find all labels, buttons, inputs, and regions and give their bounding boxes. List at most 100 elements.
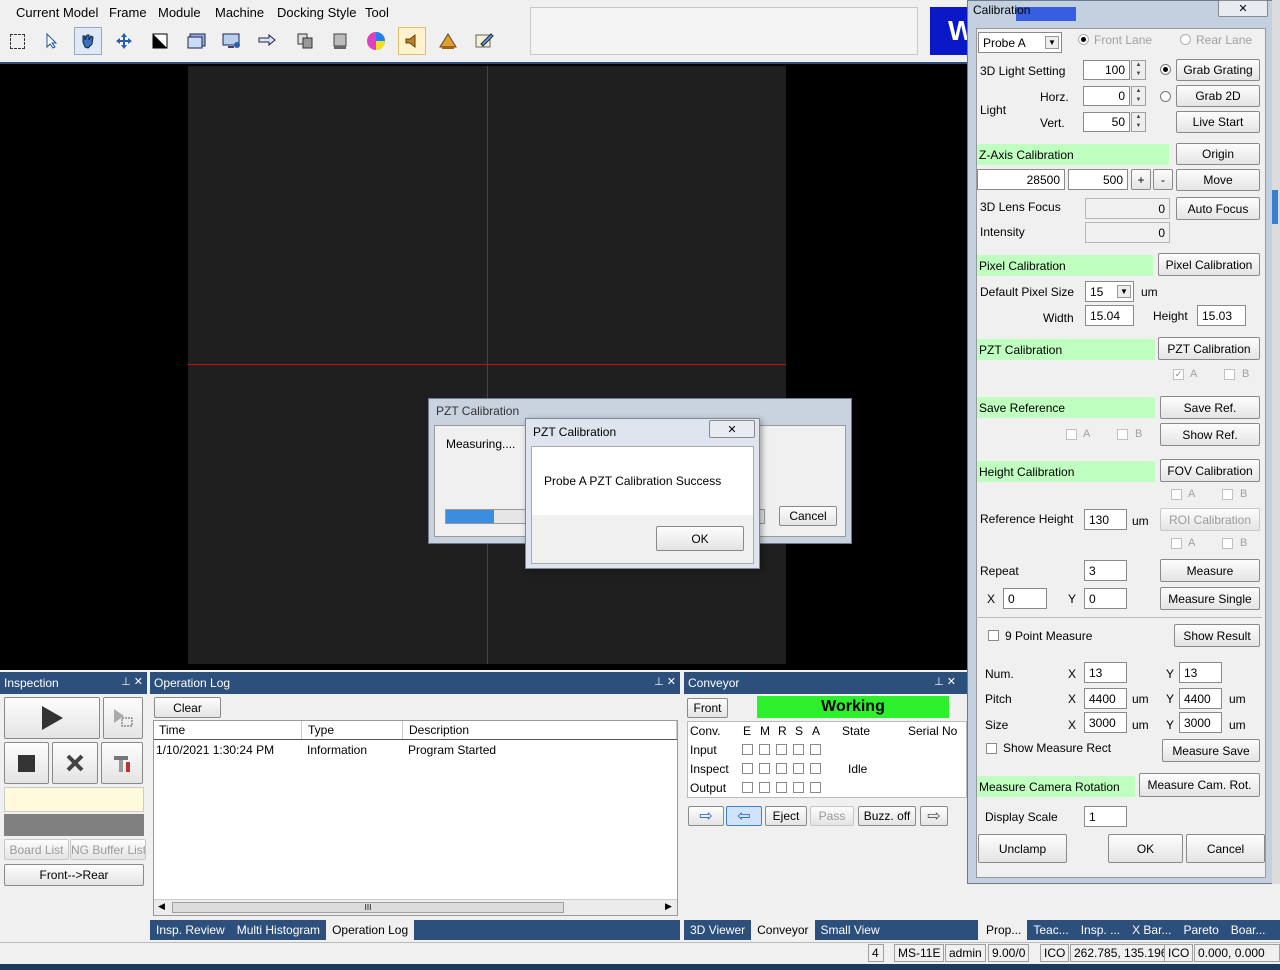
tab-properties[interactable]: Prop... xyxy=(980,920,1028,940)
intensity-input[interactable]: 0 xyxy=(1085,222,1170,243)
checkbox-e[interactable] xyxy=(742,782,753,793)
eject-button[interactable]: Eject xyxy=(765,806,807,826)
roi-calibration-button[interactable]: ROI Calibration xyxy=(1160,508,1260,531)
checkbox-s[interactable] xyxy=(793,744,804,755)
ng-buffer-list-button[interactable]: NG Buffer List xyxy=(70,839,146,860)
checkbox-e[interactable] xyxy=(742,763,753,774)
pin-close-icon[interactable]: ⊥ ✕ xyxy=(934,675,956,688)
success-ok-button[interactable]: OK xyxy=(656,526,744,551)
checkbox-e[interactable] xyxy=(742,744,753,755)
pzt-a-checkbox[interactable]: ✓ xyxy=(1173,369,1184,380)
tab-board[interactable]: Boar... xyxy=(1225,920,1272,940)
vert-spinner[interactable]: ▲ ▼ xyxy=(1131,112,1146,132)
arrow-left-button[interactable]: ⇦ xyxy=(726,806,762,826)
ref-b-checkbox[interactable] xyxy=(1117,429,1128,440)
clear-button[interactable]: Clear xyxy=(154,697,221,718)
checkbox-a[interactable] xyxy=(810,763,821,774)
checkbox-a[interactable] xyxy=(810,744,821,755)
num-x-input[interactable]: 13 xyxy=(1084,662,1127,683)
measuring-cancel-button[interactable]: Cancel xyxy=(779,506,837,526)
menu-current-model[interactable]: Current Model xyxy=(16,5,98,20)
speaker-icon[interactable] xyxy=(398,27,426,55)
buzz-off-button[interactable]: Buzz. off xyxy=(858,806,916,826)
horz-input[interactable]: 0 xyxy=(1083,86,1130,106)
monitor-icon[interactable] xyxy=(218,27,246,55)
next-button[interactable]: ⇨ xyxy=(920,806,948,826)
roi-b-checkbox[interactable] xyxy=(1222,538,1233,549)
auto-focus-button[interactable]: Auto Focus xyxy=(1176,197,1260,220)
checkbox-m[interactable] xyxy=(759,744,770,755)
tools-button[interactable] xyxy=(101,742,143,784)
z-plus-button[interactable]: + xyxy=(1131,169,1151,190)
repeat-input[interactable]: 3 xyxy=(1084,560,1127,581)
play-button[interactable] xyxy=(4,697,100,739)
checkbox-r[interactable] xyxy=(776,763,787,774)
y-input[interactable]: 0 xyxy=(1084,588,1127,609)
col-type[interactable]: Type xyxy=(303,721,403,739)
probe-select[interactable]: Probe A ▼ xyxy=(978,32,1062,53)
display-scale-input[interactable]: 1 xyxy=(1084,806,1127,827)
select-rect-icon[interactable] xyxy=(3,27,31,55)
light3d-input[interactable]: 100 xyxy=(1083,60,1130,80)
tab-insp-review[interactable]: Insp. Review xyxy=(150,920,231,940)
fov-calibration-button[interactable]: FOV Calibration xyxy=(1160,459,1260,482)
menu-machine[interactable]: Machine xyxy=(215,5,264,20)
tab-conveyor[interactable]: Conveyor xyxy=(751,920,815,940)
grid-icon[interactable] xyxy=(326,27,354,55)
edit-icon[interactable] xyxy=(470,27,498,55)
fov-b-checkbox[interactable] xyxy=(1222,489,1233,500)
origin-button[interactable]: Origin xyxy=(1176,143,1260,165)
calib-cancel-button[interactable]: Cancel xyxy=(1186,834,1265,863)
pin-close-icon[interactable]: ⊥ ✕ xyxy=(654,675,676,688)
height-input[interactable]: 15.03 xyxy=(1197,305,1246,326)
front-button[interactable]: Front xyxy=(687,698,728,718)
board-list-button[interactable]: Board List xyxy=(4,839,69,860)
checkbox-r[interactable] xyxy=(776,744,787,755)
transfer-icon[interactable] xyxy=(253,27,281,55)
close-icon[interactable]: ✕ xyxy=(709,420,755,438)
nine-point-checkbox[interactable] xyxy=(988,630,999,641)
horz-spinner[interactable]: ▲ ▼ xyxy=(1131,86,1146,106)
size-y-input[interactable]: 3000 xyxy=(1179,712,1222,733)
pitch-y-input[interactable]: 4400 xyxy=(1179,688,1222,709)
pass-button[interactable]: Pass xyxy=(810,806,854,826)
calibration-close-icon[interactable]: ✕ xyxy=(1218,0,1268,17)
pzt-b-checkbox[interactable] xyxy=(1224,369,1235,380)
col-time[interactable]: Time xyxy=(154,721,302,739)
pin-close-icon[interactable]: ⊥ ✕ xyxy=(121,675,143,688)
show-ref-button[interactable]: Show Ref. xyxy=(1160,423,1260,446)
palette-icon[interactable] xyxy=(362,27,390,55)
width-input[interactable]: 15.04 xyxy=(1085,305,1134,326)
show-rect-checkbox[interactable] xyxy=(986,743,997,754)
camera-viewport[interactable] xyxy=(0,64,968,670)
scroll-left-icon[interactable]: ◀ xyxy=(158,901,165,912)
ref-a-checkbox[interactable] xyxy=(1066,429,1077,440)
light3d-spinner[interactable]: ▲ ▼ xyxy=(1131,60,1146,80)
save-ref-button[interactable]: Save Ref. xyxy=(1160,396,1260,419)
grab-2d-button[interactable]: Grab 2D xyxy=(1176,85,1260,107)
measure-cam-rot-button[interactable]: Measure Cam. Rot. xyxy=(1139,773,1260,797)
scroll-right-icon[interactable]: ▶ xyxy=(665,901,672,912)
measure-button[interactable]: Measure xyxy=(1160,559,1260,582)
vert-input[interactable]: 50 xyxy=(1083,112,1130,132)
pointer-icon[interactable] xyxy=(38,27,66,55)
checkbox-r[interactable] xyxy=(776,782,787,793)
unclamp-button[interactable]: Unclamp xyxy=(978,834,1067,863)
menu-tool[interactable]: Tool xyxy=(365,5,389,20)
pixel-calibration-button[interactable]: Pixel Calibration xyxy=(1158,253,1260,276)
checkbox-m[interactable] xyxy=(759,782,770,793)
stop-button[interactable] xyxy=(4,742,49,784)
tab-inspection[interactable]: Insp. ... xyxy=(1075,920,1126,940)
arrow-right-button[interactable]: ⇨ xyxy=(688,806,724,826)
front-lane-radio[interactable] xyxy=(1078,34,1089,45)
tab-multi-histogram[interactable]: Multi Histogram xyxy=(231,920,326,940)
roi-a-checkbox[interactable] xyxy=(1171,538,1182,549)
abort-button[interactable] xyxy=(52,742,98,784)
step-button[interactable] xyxy=(103,697,143,739)
measure-save-button[interactable]: Measure Save xyxy=(1162,739,1260,762)
hand-icon[interactable] xyxy=(74,27,102,55)
menu-docking-style[interactable]: Docking Style xyxy=(277,5,356,20)
tab-3d-viewer[interactable]: 3D Viewer xyxy=(684,920,751,940)
grab-2d-radio[interactable] xyxy=(1160,91,1171,102)
menu-module[interactable]: Module xyxy=(158,5,201,20)
